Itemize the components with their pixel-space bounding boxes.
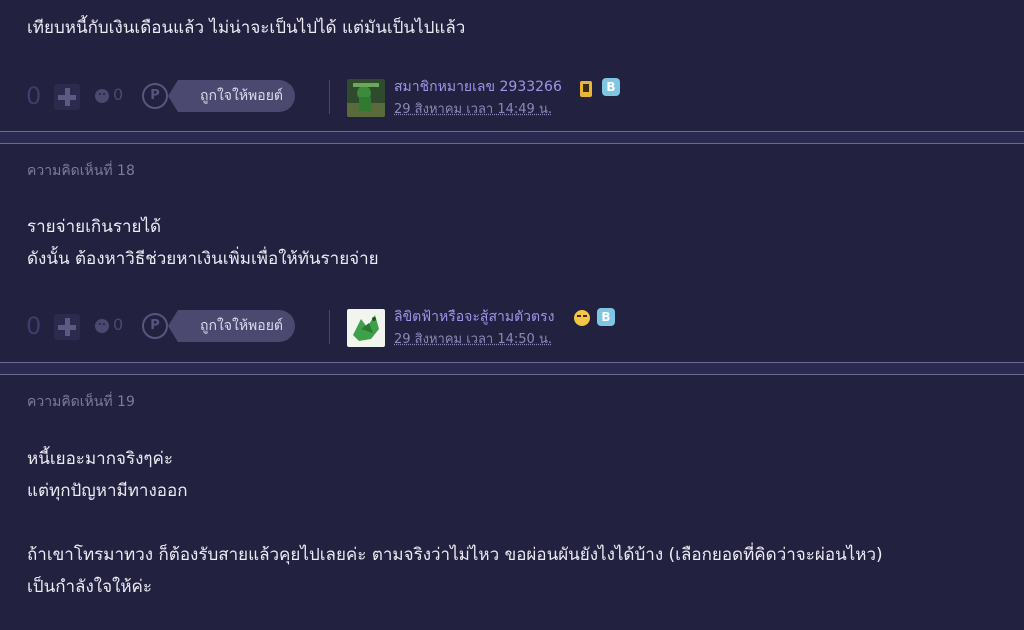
sad-reaction-icon[interactable] (95, 89, 109, 103)
comment-text: หนี้เยอะมากจริงๆค่ะ แต่ทุกปัญหามีทางออก … (27, 449, 883, 597)
laughing-emoji-icon (574, 310, 590, 326)
plus-vote-button[interactable] (54, 84, 80, 110)
separator-band (0, 363, 1024, 374)
blog-badge-icon[interactable]: B (597, 308, 615, 326)
sad-reaction-count: 0 (113, 85, 124, 104)
comment-action-bar: 0 0 P ถูกใจให้พอยต์ สมาชิกหมายเลข 293326… (0, 78, 1024, 120)
username[interactable]: สมาชิกหมายเลข 2933266 (394, 76, 562, 98)
avatar[interactable] (347, 79, 385, 117)
vote-count: 0 (26, 82, 42, 110)
comment-number-label: ความคิดเห็นที่ 19 (27, 394, 135, 410)
comment-timestamp[interactable]: 29 สิงหาคม เวลา 14:50 น. (394, 328, 552, 349)
point-icon[interactable]: P (142, 313, 168, 339)
vote-count: 0 (26, 312, 42, 340)
point-icon[interactable]: P (142, 83, 168, 109)
comment-action-bar: 0 0 P ถูกใจให้พอยต์ ลิขิตฟ้าหรือจะสู้สาม… (0, 308, 1024, 350)
comment-number-label: ความคิดเห็นที่ 18 (27, 163, 135, 179)
sad-reaction-icon[interactable] (95, 319, 109, 333)
blog-badge-icon[interactable]: B (602, 78, 620, 96)
like-give-point-button[interactable]: ถูกใจให้พอยต์ (168, 80, 295, 112)
comment-timestamp[interactable]: 29 สิงหาคม เวลา 14:49 น. (394, 98, 552, 119)
comment-separator (0, 143, 1024, 144)
avatar[interactable] (347, 309, 385, 347)
like-give-point-button[interactable]: ถูกใจให้พอยต์ (168, 310, 295, 342)
plus-vote-button[interactable] (54, 314, 80, 340)
sad-reaction-count: 0 (113, 315, 124, 334)
action-divider (329, 310, 330, 344)
mobile-badge-icon (580, 81, 592, 97)
comment-text: รายจ่ายเกินรายได้ ดังนั้น ต้องหาวิธีช่วย… (27, 217, 379, 269)
username[interactable]: ลิขิตฟ้าหรือจะสู้สามตัวตรง (394, 306, 554, 328)
comment-text: เทียบหนี้กับเงินเดือนแล้ว ไม่น่าจะเป็นไป… (27, 18, 466, 38)
comment-thread: เทียบหนี้กับเงินเดือนแล้ว ไม่น่าจะเป็นไป… (0, 0, 1024, 630)
separator-band (0, 132, 1024, 143)
comment-separator (0, 374, 1024, 375)
action-divider (329, 80, 330, 114)
